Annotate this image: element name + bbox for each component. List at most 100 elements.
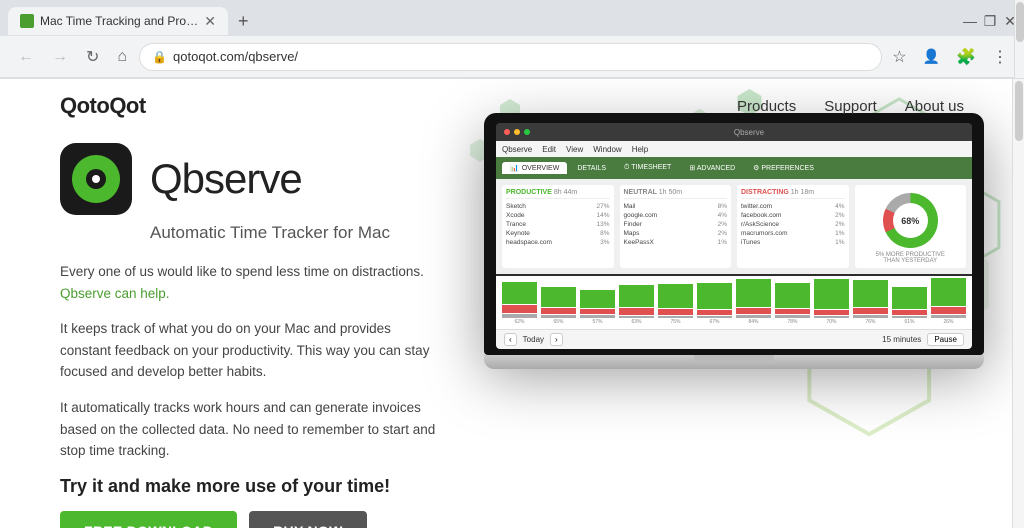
- site-logo[interactable]: QotoQot: [60, 93, 146, 119]
- app-menu-bar: Qbserve Edit View Window Help: [496, 141, 972, 157]
- tab-timesheet[interactable]: ⏱ TIMESHEET: [616, 162, 679, 174]
- hero-para2: It keeps track of what you do on your Ma…: [60, 318, 440, 383]
- forward-button[interactable]: →: [46, 44, 74, 70]
- bookmark-button[interactable]: ☆: [888, 45, 910, 69]
- tab-favicon: [20, 14, 34, 28]
- page-scrollbar[interactable]: [1012, 79, 1024, 528]
- restore-button[interactable]: ❐: [984, 15, 996, 27]
- bar-group: 78%: [775, 283, 810, 325]
- laptop-screen: Qbserve Qbserve Edit View Window Help: [484, 113, 984, 355]
- data-row: twitter.com4%: [741, 202, 845, 211]
- bottom-toolbar: ‹ Today › 15 minutes Pause: [496, 329, 972, 349]
- distracting-header: DISTRACTING 1h 18m: [741, 189, 845, 199]
- tab-title: Mac Time Tracking and Products: [40, 14, 198, 28]
- data-row: Mail8%: [624, 202, 728, 211]
- data-row: Finder2%: [624, 220, 728, 229]
- app-screenshot: Qbserve Qbserve Edit View Window Help: [496, 123, 972, 349]
- menu-help: Help: [632, 145, 648, 154]
- bar-group: 61%: [892, 287, 927, 325]
- browser-tab[interactable]: Mac Time Tracking and Products ✕: [8, 7, 228, 35]
- hero-text: Every one of us would like to spend less…: [60, 261, 490, 462]
- site-nav: Products Support About us: [737, 98, 964, 115]
- data-row: Trance13%: [506, 220, 610, 229]
- app-name: Qbserve: [150, 155, 302, 203]
- neutral-header: NEUTRAL 1h 50m: [624, 189, 728, 199]
- buy-button[interactable]: BUY NOW: [249, 511, 367, 528]
- menu-button[interactable]: ⋮: [988, 45, 1012, 69]
- bar-group: 63%: [619, 285, 654, 325]
- donut-percentage: 68%: [893, 203, 928, 238]
- data-row: Sketch27%: [506, 202, 610, 211]
- menu-qbserve: Qbserve: [502, 145, 532, 154]
- nav-products[interactable]: Products: [737, 98, 796, 115]
- nav-support[interactable]: Support: [824, 98, 877, 115]
- hero-section: Qbserve Automatic Time Tracker for Mac E…: [0, 133, 1024, 528]
- data-row: facebook.com2%: [741, 211, 845, 220]
- donut-chart-column: 68% 5% MORE PRODUCTIVETHAN YESTERDAY: [855, 185, 967, 268]
- data-row: google.com4%: [624, 211, 728, 220]
- address-bar[interactable]: 🔒 qotoqot.com/qbserve/: [139, 43, 882, 71]
- menu-window: Window: [593, 145, 621, 154]
- data-area: PRODUCTIVE 8h 44m Sketch27% Xcode14% Tra…: [496, 179, 972, 274]
- minutes-label: 15 minutes: [882, 335, 921, 344]
- tab-preferences[interactable]: ⚙ PREFERENCES: [745, 162, 822, 174]
- profile-button[interactable]: 👤: [919, 46, 944, 67]
- next-button[interactable]: ›: [550, 333, 563, 346]
- bar-group: 26%: [931, 278, 966, 325]
- today-label: Today: [523, 335, 544, 344]
- tab-details[interactable]: DETAILS: [569, 163, 614, 174]
- menu-view: View: [566, 145, 583, 154]
- bar-group: 65%: [541, 287, 576, 325]
- download-button[interactable]: FREE DOWNLOAD: [60, 511, 237, 528]
- back-button[interactable]: ←: [12, 44, 40, 70]
- bar-chart: 62% 65%: [502, 280, 966, 325]
- prev-button[interactable]: ‹: [504, 333, 517, 346]
- bar-segment-green: [502, 282, 537, 304]
- bar-group: 67%: [697, 283, 732, 325]
- data-row: headspace.com3%: [506, 238, 610, 247]
- laptop-mockup: Qbserve Qbserve Edit View Window Help: [484, 113, 984, 369]
- scrollbar-thumb[interactable]: [1015, 81, 1023, 141]
- refresh-button[interactable]: ↻: [80, 43, 105, 71]
- home-button[interactable]: ⌂: [111, 44, 133, 70]
- data-row: iTunes1%: [741, 238, 845, 247]
- neutral-column: NEUTRAL 1h 50m Mail8% google.com4% Finde…: [620, 185, 732, 268]
- bar-chart-area: 62% 65%: [496, 276, 972, 329]
- page-content: QotoQot Products Support About us Qbserv…: [0, 79, 1024, 528]
- bar-segment-red: [502, 305, 537, 313]
- app-tabs: 📊 OVERVIEW DETAILS ⏱ TIMESHEET ⊞ ADVANCE…: [496, 157, 972, 179]
- site-header: QotoQot Products Support About us: [0, 79, 1024, 133]
- hero-right: Qbserve Qbserve Edit View Window Help: [490, 103, 964, 528]
- app-window: Qbserve Qbserve Edit View Window Help: [496, 123, 972, 349]
- tab-overview[interactable]: 📊 OVERVIEW: [502, 162, 567, 174]
- cta-heading: Try it and make more use of your time!: [60, 476, 490, 497]
- donut-label: 5% MORE PRODUCTIVETHAN YESTERDAY: [876, 252, 945, 264]
- bar-group: 84%: [736, 279, 771, 325]
- laptop-notch: [694, 355, 774, 363]
- lock-icon: 🔒: [152, 50, 167, 64]
- data-row: macrumors.com1%: [741, 229, 845, 238]
- productive-column: PRODUCTIVE 8h 44m Sketch27% Xcode14% Tra…: [502, 185, 614, 268]
- hero-para3: It automatically tracks work hours and c…: [60, 397, 440, 462]
- tab-advanced[interactable]: ⊞ ADVANCED: [681, 162, 743, 174]
- donut-chart: 68%: [883, 193, 938, 248]
- pause-button[interactable]: Pause: [927, 333, 964, 346]
- address-text: qotoqot.com/qbserve/: [173, 49, 869, 64]
- hero-para1: Every one of us would like to spend less…: [60, 261, 440, 304]
- help-link[interactable]: Qbserve can help.: [60, 286, 170, 301]
- nav-about[interactable]: About us: [905, 98, 964, 115]
- new-tab-button[interactable]: +: [232, 11, 255, 32]
- extensions-button[interactable]: 🧩: [952, 45, 980, 69]
- app-icon: [60, 143, 132, 215]
- data-row: r/AskScience2%: [741, 220, 845, 229]
- laptop-base: [484, 355, 984, 369]
- tab-close-button[interactable]: ✕: [204, 13, 216, 30]
- data-row: Keynote8%: [506, 229, 610, 238]
- bar-group: 70%: [814, 279, 849, 325]
- app-tagline: Automatic Time Tracker for Mac: [150, 223, 490, 243]
- cta-buttons: FREE DOWNLOAD BUY NOW: [60, 511, 490, 528]
- data-row: Maps2%: [624, 229, 728, 238]
- hero-left: Qbserve Automatic Time Tracker for Mac E…: [60, 133, 490, 528]
- minimize-button[interactable]: —: [964, 15, 976, 27]
- bar-group: 57%: [580, 290, 615, 325]
